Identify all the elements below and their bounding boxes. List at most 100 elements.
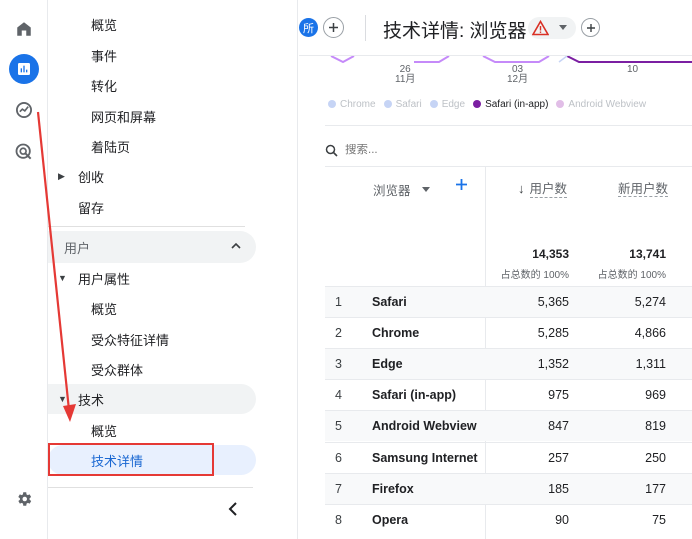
x-tick: 26 11月	[395, 64, 416, 85]
legend-swatch	[556, 100, 565, 108]
dimension-selector[interactable]: 浏览器	[373, 180, 430, 199]
sidebar-item-label: 概览	[91, 423, 118, 439]
search-input[interactable]	[345, 144, 515, 156]
sidebar-item-label: 着陆页	[91, 139, 131, 155]
data-quality-button[interactable]	[528, 17, 576, 39]
row-new-users: 177	[645, 481, 666, 496]
legend-label: Safari	[395, 98, 422, 110]
row-browser-name: Safari (in-app)	[372, 388, 457, 403]
annotation-arrow	[36, 111, 76, 422]
row-browser-name: Samsung Internet	[372, 450, 478, 465]
table-row[interactable]: 2 Chrome 5,285 4,866	[325, 317, 692, 348]
sidebar-item-label: 用户属性	[78, 271, 131, 287]
row-rank: 5	[335, 419, 342, 434]
plus-icon	[329, 23, 338, 32]
comparison-badge[interactable]: 所	[299, 18, 318, 37]
row-users: 90	[555, 512, 569, 527]
row-browser-name: Edge	[372, 357, 403, 372]
legend-label: Android Webview	[568, 98, 647, 110]
row-new-users: 4,866	[634, 326, 666, 341]
table-row[interactable]: 7 Firefox 185 177	[325, 472, 692, 504]
total-users: 14,353	[532, 247, 569, 261]
x-tick: 10	[627, 64, 639, 75]
table-row[interactable]: 5 Android Webview 847 819	[325, 410, 692, 442]
series-line	[414, 56, 450, 63]
row-new-users: 5,274	[634, 295, 666, 309]
column-label: 新用户数	[618, 182, 669, 197]
sidebar-item-label: 留存	[78, 200, 105, 216]
divider	[365, 15, 366, 41]
page-title: 技术详情: 浏览器	[383, 21, 527, 42]
series-line	[330, 56, 355, 64]
sidebar-item-label: 受众群体	[91, 362, 144, 378]
row-browser-name: Safari	[372, 295, 407, 309]
row-rank: 4	[335, 388, 342, 403]
chart-area	[330, 56, 692, 64]
total-new-users: 13,741	[629, 247, 666, 261]
legend-swatch	[328, 100, 336, 108]
table-row[interactable]: 3 Edge 1,352 1,311	[325, 348, 692, 380]
plus-icon	[586, 23, 595, 32]
table-row[interactable]: 1 Safari 5,365 5,274	[325, 286, 692, 317]
sidebar-item-conversions[interactable]: 转化	[48, 70, 256, 100]
gear-icon[interactable]	[9, 484, 39, 514]
row-rank: 7	[335, 481, 342, 496]
row-rank: 2	[335, 326, 342, 341]
add-dimension-button[interactable]	[455, 178, 468, 196]
sidebar-item-label: 概览	[91, 17, 118, 33]
row-users: 1,352	[537, 357, 569, 372]
row-browser-name: Android Webview	[372, 419, 477, 434]
divider	[325, 166, 692, 167]
table-row[interactable]: 4 Safari (in-app) 975 969	[325, 379, 692, 410]
row-users: 185	[548, 481, 569, 496]
customize-report-button[interactable]	[581, 18, 600, 37]
chart-legend: Chrome Safari Edge Safari (in-app) Andro…	[328, 97, 646, 111]
table-row[interactable]: 6 Samsung Internet 257 250	[325, 441, 692, 473]
table-row[interactable]: 8 Opera 90 75	[325, 503, 692, 535]
divider	[325, 125, 692, 126]
main-content: 所 技术详情: 浏览器 26 11月 03 12月 10 Chrome Safari…	[299, 0, 692, 539]
sidebar-item-overview[interactable]: 概览	[48, 9, 256, 39]
users-column-header[interactable]: ↓ 用户数	[518, 178, 568, 198]
row-rank: 8	[335, 512, 342, 527]
series-line	[558, 56, 568, 63]
new-users-column-header[interactable]: 新用户数	[618, 178, 669, 197]
chevron-up-icon	[230, 240, 242, 255]
warning-icon	[532, 20, 549, 36]
row-browser-name: Chrome	[372, 326, 420, 341]
total-new-pct: 占总数的 100%	[597, 270, 666, 281]
row-rank: 1	[335, 295, 342, 309]
column-label: 用户数	[529, 178, 568, 198]
row-new-users: 819	[645, 419, 666, 434]
row-rank: 6	[335, 450, 342, 465]
legend-label: Chrome	[340, 98, 376, 110]
sidebar-item-label: 受众特征详情	[91, 332, 170, 348]
series-line	[566, 56, 692, 63]
legend-label: Safari (in-app)	[485, 98, 549, 110]
add-comparison-button[interactable]	[323, 17, 344, 38]
row-browser-name: Firefox	[372, 481, 414, 496]
sidebar-item-label: 概览	[91, 301, 118, 317]
table-search[interactable]	[325, 139, 525, 161]
row-new-users: 250	[645, 450, 666, 465]
sidebar-item-label: 转化	[91, 78, 118, 94]
reports-icon[interactable]	[9, 54, 39, 84]
sort-arrow-icon: ↓	[518, 180, 525, 196]
chevron-left-icon[interactable]	[226, 501, 240, 522]
row-new-users: 1,311	[635, 357, 666, 372]
report-header: 所 技术详情: 浏览器	[299, 0, 692, 56]
row-users: 5,365	[537, 295, 569, 309]
row-users: 5,285	[537, 326, 569, 341]
dimension-label: 浏览器	[373, 184, 411, 198]
total-users-pct: 占总数的 100%	[500, 270, 569, 281]
search-icon	[325, 144, 338, 157]
sidebar-item-label: 技术	[78, 392, 105, 408]
legend-label: Edge	[441, 98, 466, 110]
plus-icon	[456, 179, 467, 190]
sidebar-item-label: 网页和屏幕	[91, 109, 157, 125]
legend-swatch	[429, 100, 438, 108]
home-icon[interactable]	[9, 14, 39, 44]
highlight-box-annotation	[48, 443, 214, 476]
row-new-users: 969	[645, 388, 666, 403]
sidebar-item-events[interactable]: 事件	[48, 40, 256, 70]
